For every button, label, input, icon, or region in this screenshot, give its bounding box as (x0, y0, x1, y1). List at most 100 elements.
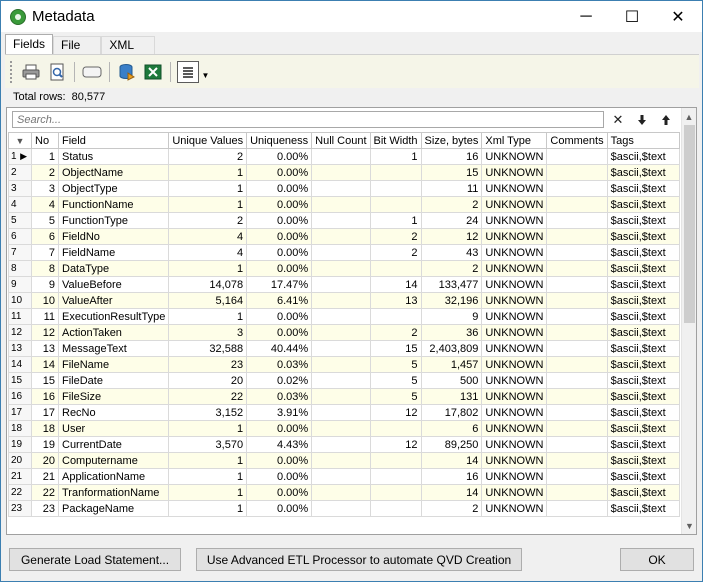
table-cell[interactable]: 2 (168, 212, 248, 229)
table-cell[interactable]: 40.44% (246, 340, 313, 357)
table-cell[interactable]: Status (57, 148, 170, 165)
table-cell[interactable] (546, 340, 608, 357)
table-cell[interactable] (546, 500, 608, 517)
table-cell[interactable]: $ascii,$text (606, 500, 680, 517)
table-cell[interactable]: 1,457 (420, 356, 483, 373)
row-header[interactable]: 9 (8, 276, 32, 293)
table-cell[interactable] (369, 484, 422, 501)
table-cell[interactable]: 2 (369, 244, 422, 261)
table-corner[interactable]: ▼ (8, 132, 32, 149)
table-cell[interactable]: 0.02% (246, 372, 313, 389)
table-cell[interactable] (369, 468, 422, 485)
table-cell[interactable]: User (57, 420, 170, 437)
table-cell[interactable]: 1 (31, 148, 59, 165)
table-cell[interactable]: 16 (420, 468, 483, 485)
table-cell[interactable]: 12 (31, 324, 59, 341)
table-cell[interactable] (546, 212, 608, 229)
table-cell[interactable]: 2 (420, 260, 483, 277)
table-cell[interactable] (546, 420, 608, 437)
table-cell[interactable]: 12 (420, 228, 483, 245)
table-row[interactable]: 6 6 FieldNo 4 0.00% 2 12 UNKNOWN $ascii,$text (8, 228, 680, 245)
table-cell[interactable] (311, 468, 371, 485)
row-header[interactable]: 7 (8, 244, 32, 261)
table-cell[interactable] (311, 244, 371, 261)
row-header[interactable]: 10 (8, 292, 32, 309)
table-cell[interactable] (546, 148, 608, 165)
row-header[interactable]: 11 (8, 308, 32, 325)
table-cell[interactable] (369, 420, 422, 437)
table-row[interactable]: 3 3 ObjectType 1 0.00% 11 UNKNOWN $ascii,$text (8, 180, 680, 197)
tab-fields[interactable]: Fields (5, 34, 54, 54)
table-cell[interactable]: 1 (168, 468, 248, 485)
table-cell[interactable]: 5 (369, 356, 422, 373)
row-header[interactable]: 5 (8, 212, 32, 229)
table-cell[interactable]: $ascii,$text (606, 468, 680, 485)
table-cell[interactable]: 2 (420, 500, 483, 517)
table-cell[interactable]: 14 (420, 484, 483, 501)
table-cell[interactable]: $ascii,$text (606, 340, 680, 357)
table-cell[interactable]: 0.00% (246, 308, 313, 325)
table-cell[interactable] (311, 404, 371, 421)
table-cell[interactable]: 24 (420, 212, 483, 229)
table-cell[interactable]: 1 (168, 180, 248, 197)
table-cell[interactable]: FieldNo (57, 228, 170, 245)
row-header[interactable]: 20 (8, 452, 32, 469)
table-cell[interactable]: UNKNOWN (481, 340, 548, 357)
find-previous-icon[interactable] (657, 111, 675, 129)
columns-button[interactable] (177, 61, 199, 83)
table-cell[interactable] (369, 260, 422, 277)
column-header[interactable]: Xml Type (481, 132, 548, 149)
table-cell[interactable]: 19 (31, 436, 59, 453)
table-row[interactable]: 8 8 DataType 1 0.00% 2 UNKNOWN $ascii,$text (8, 260, 680, 277)
table-cell[interactable]: 13 (31, 340, 59, 357)
table-cell[interactable]: $ascii,$text (606, 324, 680, 341)
table-cell[interactable] (546, 244, 608, 261)
table-cell[interactable]: 7 (31, 244, 59, 261)
close-button[interactable]: ✕ (655, 1, 701, 32)
table-cell[interactable]: ExecutionResultType (57, 308, 170, 325)
table-cell[interactable]: 22 (31, 484, 59, 501)
maximize-button[interactable]: ☐ (609, 1, 655, 32)
table-cell[interactable]: UNKNOWN (481, 388, 548, 405)
table-cell[interactable]: CurrentDate (57, 436, 170, 453)
scroll-down-icon[interactable]: ▼ (682, 517, 697, 534)
table-cell[interactable] (546, 228, 608, 245)
table-cell[interactable]: 32,196 (420, 292, 483, 309)
table-cell[interactable]: $ascii,$text (606, 180, 680, 197)
table-cell[interactable]: 3 (168, 324, 248, 341)
table-cell[interactable] (546, 388, 608, 405)
table-cell[interactable]: 17.47% (246, 276, 313, 293)
row-header[interactable]: 13 (8, 340, 32, 357)
table-cell[interactable]: 2 (369, 324, 422, 341)
table-cell[interactable]: 1 (168, 420, 248, 437)
table-cell[interactable]: 131 (420, 388, 483, 405)
table-cell[interactable]: 1 (168, 260, 248, 277)
table-cell[interactable]: UNKNOWN (481, 420, 548, 437)
table-cell[interactable]: 3,570 (168, 436, 248, 453)
table-cell[interactable]: 6.41% (246, 292, 313, 309)
table-cell[interactable] (546, 484, 608, 501)
table-cell[interactable]: UNKNOWN (481, 260, 548, 277)
row-header[interactable]: 23 (8, 500, 32, 517)
table-cell[interactable]: 4.43% (246, 436, 313, 453)
table-cell[interactable]: $ascii,$text (606, 420, 680, 437)
table-row[interactable]: 22 22 TranformationName 1 0.00% 14 UNKNOWN $asc… (8, 484, 680, 501)
table-cell[interactable]: $ascii,$text (606, 212, 680, 229)
table-cell[interactable]: 0.00% (246, 452, 313, 469)
table-cell[interactable] (369, 308, 422, 325)
table-cell[interactable]: 15 (420, 164, 483, 181)
table-cell[interactable]: $ascii,$text (606, 260, 680, 277)
table-row[interactable]: 15 15 FileDate 20 0.02% 5 500 UNKNOWN $ascii,$te… (8, 372, 680, 389)
table-cell[interactable]: UNKNOWN (481, 404, 548, 421)
table-cell[interactable]: 1 (168, 452, 248, 469)
column-header[interactable]: Size, bytes (420, 132, 483, 149)
table-cell[interactable] (311, 340, 371, 357)
row-header[interactable]: 21 (8, 468, 32, 485)
table-cell[interactable]: UNKNOWN (481, 372, 548, 389)
table-cell[interactable]: PackageName (57, 500, 170, 517)
row-header[interactable]: 19 (8, 436, 32, 453)
table-cell[interactable]: $ascii,$text (606, 356, 680, 373)
table-cell[interactable]: MessageText (57, 340, 170, 357)
table-cell[interactable]: 17 (31, 404, 59, 421)
search-input[interactable] (12, 111, 604, 128)
